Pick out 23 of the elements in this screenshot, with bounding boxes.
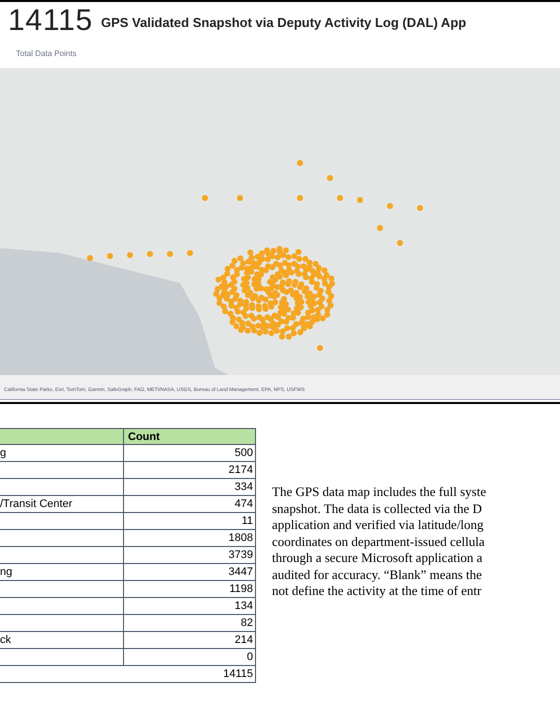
- table-cell-text: 1198: [228, 582, 254, 597]
- table-cell-text: 1808: [228, 531, 254, 546]
- table-cell-text: 11: [240, 514, 254, 529]
- table-cell: ng: [0, 566, 12, 578]
- report-title: GPS Validated Snapshot via Deputy Activity Log (DAL) App: [100, 14, 466, 32]
- total-count: 14115: [8, 6, 93, 36]
- total-label: Total Data Points: [16, 49, 76, 58]
- table-cell-text: 134: [234, 599, 254, 614]
- table-cell-text: 3739: [228, 548, 254, 563]
- table-cell-text: 500: [234, 446, 254, 461]
- table-header-cell-text: Count: [127, 430, 161, 444]
- table-cell-text: 334: [234, 480, 254, 495]
- table-cell: ck: [0, 634, 11, 646]
- total-cell-text: 14115: [222, 667, 254, 682]
- table-cell: g: [0, 447, 6, 459]
- table-cell-text: 214: [234, 633, 254, 648]
- table-cell-text: 82: [240, 616, 254, 631]
- description-paragraph: The GPS data map includes the full syste snapshot. The data is collected via the D application and verified via latitude/long coordinates on department-issued cellula through a secure Microsoft application a audited for accuracy. “Blank” means the not define the activity at the time of entr: [272, 484, 486, 600]
- table-cell-text: 3447: [228, 565, 254, 580]
- table-cell: /Transit Center: [0, 498, 72, 510]
- table-cell-text: 0: [246, 650, 254, 665]
- table-cell-text: 474: [234, 497, 254, 512]
- table-cell-text: 2174: [228, 463, 254, 478]
